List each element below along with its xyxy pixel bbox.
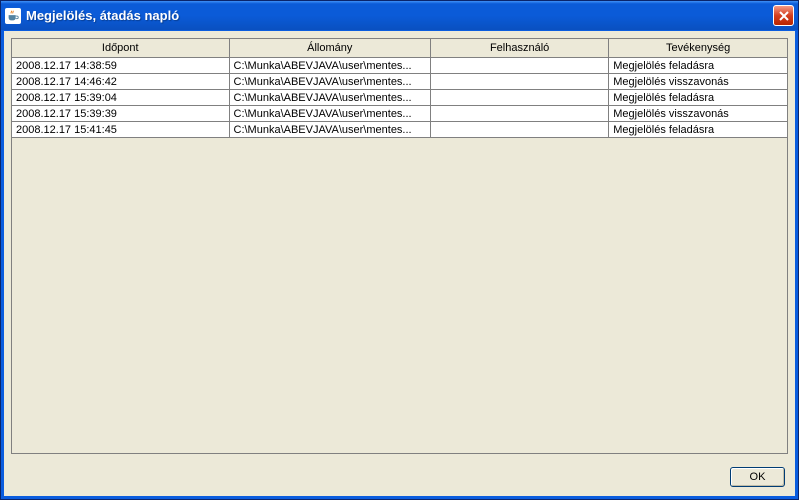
cell-timestamp: 2008.12.17 15:39:04 xyxy=(12,90,229,106)
table-row[interactable]: 2008.12.17 14:38:59 C:\Munka\ABEVJAVA\us… xyxy=(12,58,787,74)
cell-user xyxy=(431,106,609,122)
client-area: Időpont Állomány Felhasználó Tevékenység… xyxy=(4,31,795,496)
table-row[interactable]: 2008.12.17 15:39:39 C:\Munka\ABEVJAVA\us… xyxy=(12,106,787,122)
cell-user xyxy=(431,122,609,138)
cell-user xyxy=(431,90,609,106)
cell-activity: Megjelölés feladásra xyxy=(609,58,787,74)
ok-button[interactable]: OK xyxy=(730,467,785,487)
cell-activity: Megjelölés feladásra xyxy=(609,90,787,106)
titlebar[interactable]: Megjelölés, átadás napló xyxy=(1,1,798,30)
cell-timestamp: 2008.12.17 14:38:59 xyxy=(12,58,229,74)
cell-file: C:\Munka\ABEVJAVA\user\mentes... xyxy=(229,106,431,122)
cell-timestamp: 2008.12.17 15:39:39 xyxy=(12,106,229,122)
cell-activity: Megjelölés visszavonás xyxy=(609,74,787,90)
log-table: Időpont Állomány Felhasználó Tevékenység… xyxy=(12,39,787,138)
cell-user xyxy=(431,58,609,74)
table-row[interactable]: 2008.12.17 15:41:45 C:\Munka\ABEVJAVA\us… xyxy=(12,122,787,138)
table-header-row: Időpont Állomány Felhasználó Tevékenység xyxy=(12,39,787,58)
cell-timestamp: 2008.12.17 15:41:45 xyxy=(12,122,229,138)
window-title: Megjelölés, átadás napló xyxy=(26,8,773,23)
cell-user xyxy=(431,74,609,90)
cell-file: C:\Munka\ABEVJAVA\user\mentes... xyxy=(229,58,431,74)
dialog-window: Megjelölés, átadás napló Időpont Állomán… xyxy=(0,0,799,500)
cell-activity: Megjelölés feladásra xyxy=(609,122,787,138)
table-row[interactable]: 2008.12.17 15:39:04 C:\Munka\ABEVJAVA\us… xyxy=(12,90,787,106)
table-row[interactable]: 2008.12.17 14:46:42 C:\Munka\ABEVJAVA\us… xyxy=(12,74,787,90)
col-header-file[interactable]: Állomány xyxy=(229,39,431,58)
cell-file: C:\Munka\ABEVJAVA\user\mentes... xyxy=(229,74,431,90)
log-table-container: Időpont Állomány Felhasználó Tevékenység… xyxy=(11,38,788,454)
cell-timestamp: 2008.12.17 14:46:42 xyxy=(12,74,229,90)
cell-file: C:\Munka\ABEVJAVA\user\mentes... xyxy=(229,90,431,106)
close-button[interactable] xyxy=(773,5,794,26)
cell-activity: Megjelölés visszavonás xyxy=(609,106,787,122)
java-cup-icon xyxy=(5,8,21,24)
col-header-timestamp[interactable]: Időpont xyxy=(12,39,229,58)
col-header-user[interactable]: Felhasználó xyxy=(431,39,609,58)
cell-file: C:\Munka\ABEVJAVA\user\mentes... xyxy=(229,122,431,138)
col-header-activity[interactable]: Tevékenység xyxy=(609,39,787,58)
button-row: OK xyxy=(4,461,795,496)
